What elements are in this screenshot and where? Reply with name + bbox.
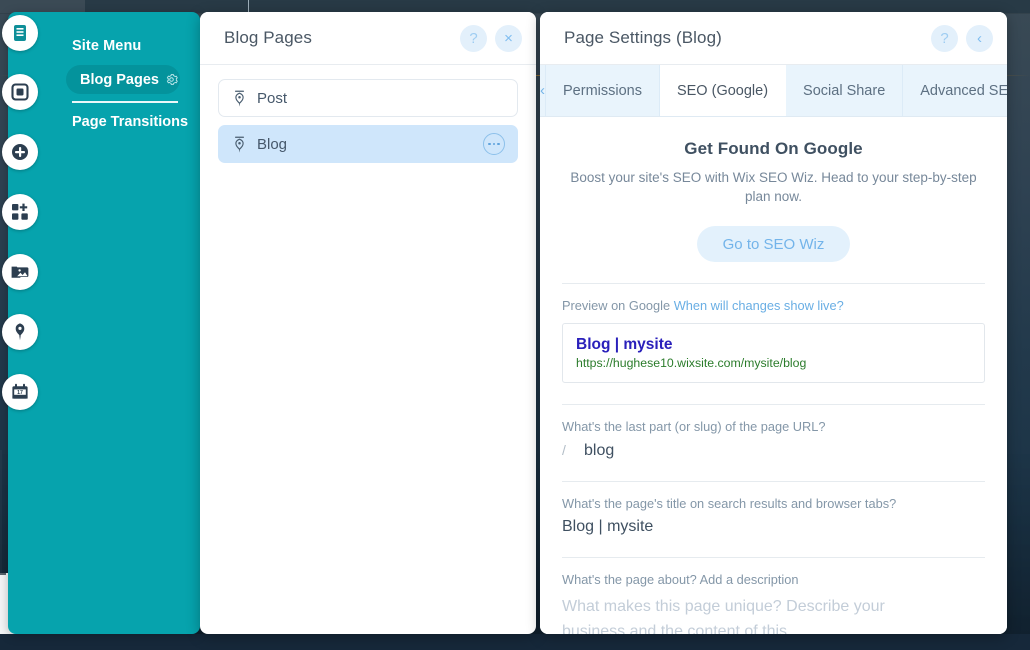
page-title-input[interactable]: Blog | mysite: [562, 518, 985, 536]
list-item[interactable]: Blog: [218, 125, 518, 163]
slug-input[interactable]: blog: [584, 442, 614, 460]
description-textarea[interactable]: What makes this page unique? Describe yo…: [562, 594, 985, 634]
add-icon[interactable]: [2, 134, 38, 170]
page-title-label: What's the page's title on search result…: [562, 496, 897, 511]
svg-text:17: 17: [17, 390, 23, 396]
editor-tool-rail: 17: [0, 0, 40, 650]
more-options-icon[interactable]: [483, 133, 505, 155]
slug-prefix: /: [562, 442, 566, 458]
list-item-label: Blog: [257, 135, 288, 153]
collapse-button[interactable]: ‹: [966, 24, 993, 52]
list-item-label: Post: [257, 89, 288, 107]
pen-nib-icon: [233, 90, 246, 107]
page-title: Page Settings (Blog): [564, 28, 722, 47]
promo-body: Boost your site's SEO with Wix SEO Wiz. …: [570, 170, 977, 204]
pages-list: Post Blog: [200, 65, 536, 163]
blog-pages-panel: Blog Pages ? × Post Blog: [200, 12, 536, 634]
sidebar-item-label: Blog Pages: [80, 71, 159, 88]
background-icon[interactable]: [2, 74, 38, 110]
settings-tabs: ‹ Permissions SEO (Google) Social Share …: [540, 65, 1007, 117]
page-settings-header: Page Settings (Blog) ? ‹: [540, 12, 1007, 65]
page-title-field: What's the page's title on search result…: [540, 482, 1007, 536]
help-button[interactable]: ?: [460, 24, 487, 52]
help-button[interactable]: ?: [931, 24, 958, 52]
pen-nib-icon: [233, 136, 246, 153]
seo-wiz-promo: Get Found On Google Boost your site's SE…: [540, 117, 1007, 262]
go-to-seo-wiz-button[interactable]: Go to SEO Wiz: [696, 226, 851, 262]
pages-menu-icon[interactable]: [2, 15, 38, 51]
changes-live-link[interactable]: When will changes show live?: [674, 298, 844, 313]
google-result-preview: Blog | mysite https://hughese10.wixsite.…: [562, 323, 985, 383]
blog-pen-icon[interactable]: [2, 314, 38, 350]
canvas-footer-strip: [0, 634, 1030, 650]
description-label: What's the page about? Add a description: [562, 572, 799, 587]
my-uploads-icon[interactable]: [2, 254, 38, 290]
blog-pages-header: Blog Pages ? ×: [200, 12, 536, 65]
sidebar-divider: [72, 101, 178, 103]
tab-social-share[interactable]: Social Share: [786, 65, 904, 116]
slug-field: What's the last part (or slug) of the pa…: [540, 405, 1007, 460]
tab-seo-google[interactable]: SEO (Google): [659, 65, 787, 116]
page-title: Blog Pages: [224, 28, 312, 47]
list-item[interactable]: Post: [218, 79, 518, 117]
bookings-calendar-icon[interactable]: 17: [2, 374, 38, 410]
google-result-url: https://hughese10.wixsite.com/mysite/blo…: [576, 356, 807, 370]
preview-label-text: Preview on Google: [562, 298, 671, 313]
slug-input-row[interactable]: / blog: [562, 442, 985, 460]
gear-icon[interactable]: [165, 73, 178, 86]
description-field: What's the page about? Add a description…: [540, 558, 1007, 634]
add-apps-icon[interactable]: [2, 194, 38, 230]
close-button[interactable]: ×: [495, 24, 522, 52]
description-placeholder-line-2: business and the content of this: [562, 623, 788, 634]
tab-advanced-seo[interactable]: Advanced SEO: [903, 65, 1007, 116]
promo-heading: Get Found On Google: [684, 139, 863, 158]
google-preview-field: Preview on Google When will changes show…: [540, 284, 1007, 383]
sidebar-item-blog-pages[interactable]: Blog Pages: [66, 65, 180, 94]
description-placeholder-line-1: What makes this page unique? Describe yo…: [562, 598, 885, 615]
google-result-title: Blog | mysite: [576, 336, 673, 353]
seo-settings-content: Get Found On Google Boost your site's SE…: [540, 117, 1007, 634]
tab-permissions[interactable]: Permissions: [546, 65, 660, 116]
slug-label: What's the last part (or slug) of the pa…: [562, 419, 826, 434]
page-settings-panel: Page Settings (Blog) ? ‹ ‹ Permissions S…: [540, 12, 1007, 634]
preview-label: Preview on Google When will changes show…: [562, 298, 985, 313]
